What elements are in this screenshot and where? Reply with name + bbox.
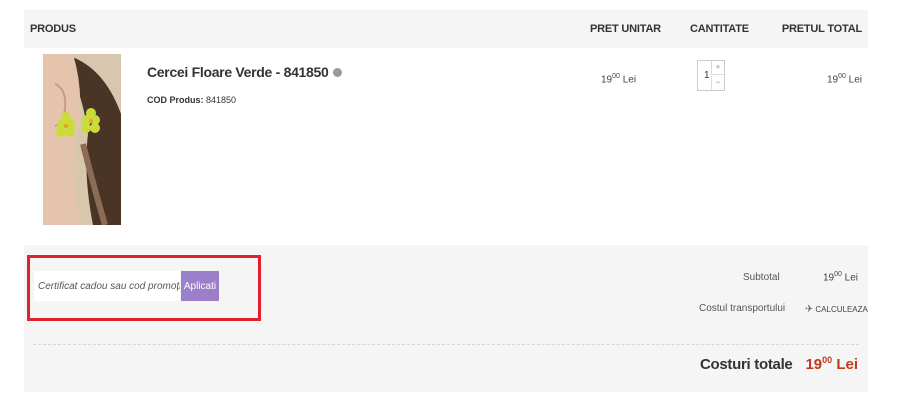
- product-code-value: 841850: [206, 95, 237, 105]
- product-code: COD Produs: 841850: [147, 95, 236, 105]
- calculate-shipping-text[interactable]: CALCULEAZA: [815, 305, 867, 314]
- apply-promo-button[interactable]: Aplicati: [181, 271, 219, 301]
- total-integer: 19: [805, 356, 823, 373]
- product-name-text[interactable]: Cercei Floare Verde - 841850: [147, 64, 329, 80]
- calculate-shipping-link[interactable]: ✈ CALCULEAZA: [805, 304, 868, 315]
- shipping-cost-label: Costul transportului: [699, 303, 786, 314]
- column-header-produs: PRODUS: [30, 23, 76, 35]
- subtotal-integer: 19: [822, 272, 835, 284]
- line-total-integer: 19: [826, 74, 839, 86]
- line-total-price: 1900 Lei: [827, 73, 862, 85]
- product-title[interactable]: Cercei Floare Verde - 841850: [147, 64, 342, 80]
- column-header-pret-unitar: PRET UNITAR: [590, 23, 661, 35]
- product-code-label: COD Produs:: [147, 95, 204, 105]
- cart-table-header: PRODUS PRET UNITAR CANTITATE PRETUL TOTA…: [24, 10, 868, 48]
- column-header-pretul-total: PRETUL TOTAL: [781, 23, 862, 35]
- subtotal-decimals: 00: [834, 271, 842, 278]
- promo-code-input[interactable]: [34, 271, 180, 301]
- subtotal-currency: Lei: [844, 272, 858, 284]
- subtotal-label: Subtotal: [743, 272, 780, 283]
- subtotal-value: 1900 Lei: [823, 271, 858, 283]
- quantity-value[interactable]: 1: [704, 70, 710, 81]
- quantity-stepper[interactable]: 1 + −: [697, 60, 725, 91]
- total-currency: Lei: [836, 356, 858, 373]
- unit-price-integer: 19: [601, 74, 613, 86]
- product-image[interactable]: [43, 54, 121, 225]
- total-costs-value: 1900 Lei: [805, 355, 858, 373]
- minus-icon[interactable]: −: [711, 76, 724, 90]
- total-decimals: 00: [822, 355, 833, 365]
- plus-icon[interactable]: +: [711, 61, 724, 75]
- plane-icon: ✈: [805, 304, 814, 315]
- info-icon[interactable]: [332, 67, 342, 77]
- line-total-decimals: 00: [838, 73, 846, 80]
- unit-price-currency: Lei: [622, 74, 637, 86]
- summary-divider: [33, 344, 859, 345]
- column-header-cantitate: CANTITATE: [690, 23, 749, 35]
- line-total-currency: Lei: [848, 74, 862, 86]
- total-costs-label: Costuri totale: [700, 356, 793, 373]
- unit-price: 1900 Lei: [601, 73, 636, 85]
- unit-price-decimals: 00: [612, 73, 620, 80]
